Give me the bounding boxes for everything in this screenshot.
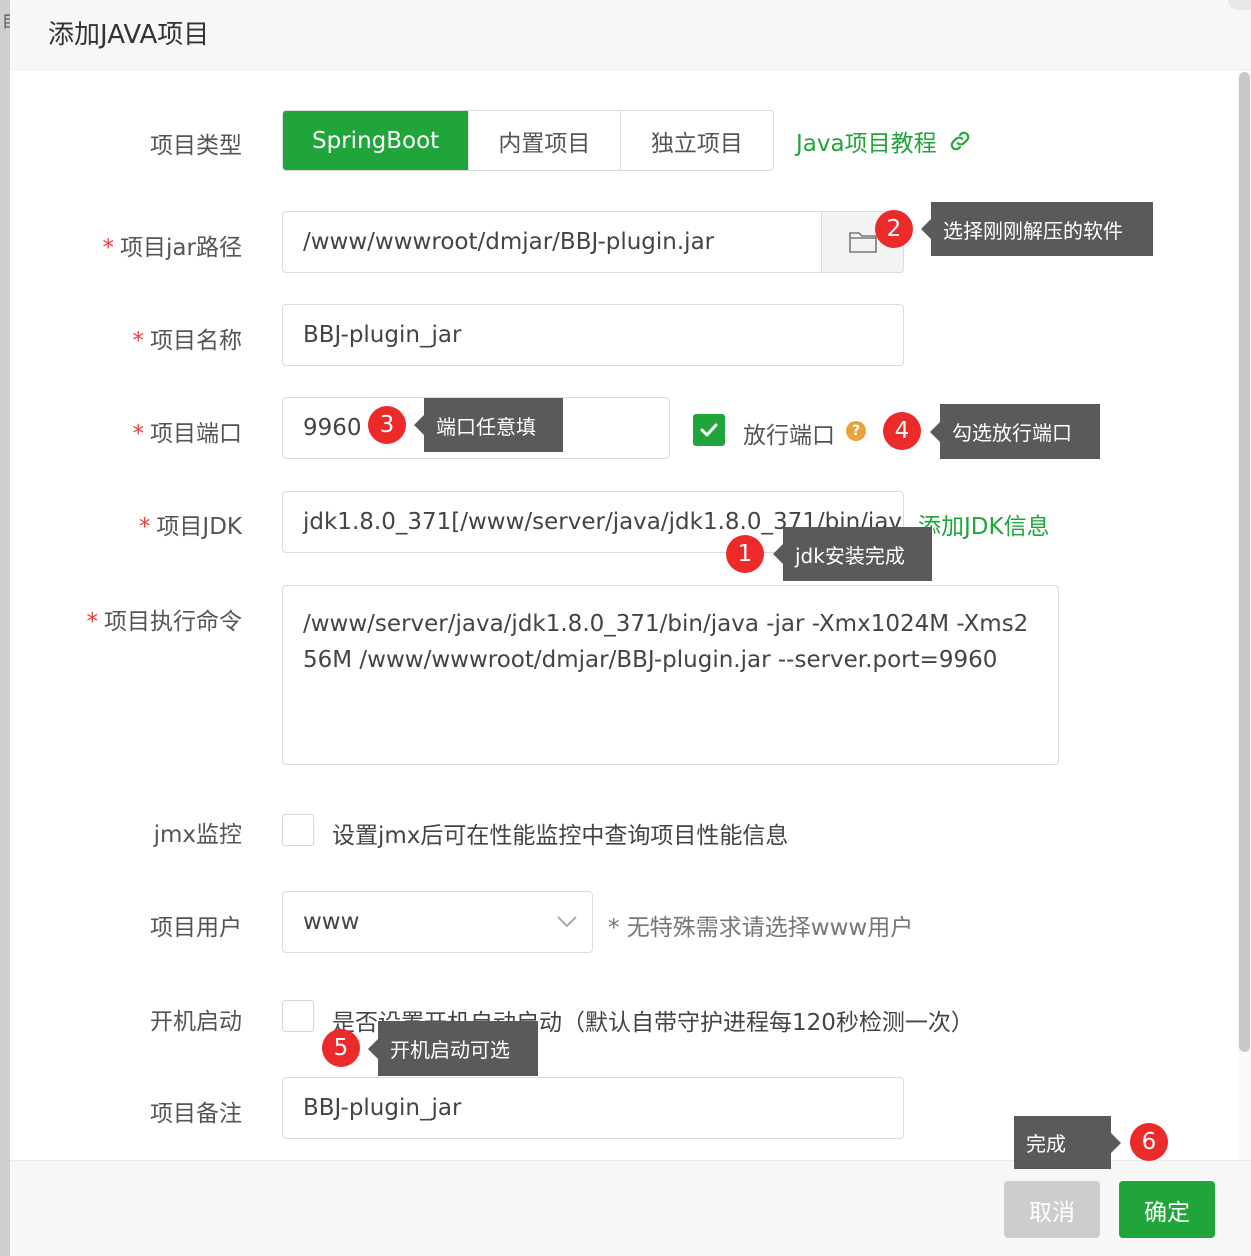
jar-path-label: * 项目jar路径 [102,235,242,261]
project-type-builtin[interactable]: 内置项目 [469,111,621,170]
release-port-checkbox[interactable] [693,414,725,446]
confirm-button[interactable]: 确定 [1119,1181,1215,1238]
annotation-tooltip-4: 勾选放行端口 [930,404,1100,459]
project-type-springboot[interactable]: SpringBoot [283,111,470,170]
project-type-standalone[interactable]: 独立项目 [621,111,773,170]
help-icon[interactable]: ? [846,421,866,441]
project-type-label: 项目类型 [150,133,242,159]
annotation-tooltip-6: 完成 [1014,1116,1121,1169]
exec-command-textarea[interactable]: /www/server/java/jdk1.8.0_371/bin/java -… [282,585,1059,765]
jmx-description: 设置jmx后可在性能监控中查询项目性能信息 [332,823,789,849]
project-port-value: 9960 [303,415,362,441]
chevron-down-icon [556,915,578,929]
remark-label: 项目备注 [150,1101,242,1127]
remark-value: BBJ-plugin_jar [303,1095,462,1121]
check-icon [698,419,720,441]
jar-path-input[interactable]: /www/wwwroot/dmjar/BBJ-plugin.jar [282,211,904,273]
annotation-badge-5: 5 [322,1029,360,1067]
project-user-label: 项目用户 [150,915,242,941]
release-port-label: 放行端口 [743,423,835,449]
annotation-badge-4: 4 [883,412,921,450]
jmx-checkbox[interactable] [282,814,314,846]
scrollbar-thumb[interactable] [1239,72,1250,1052]
link-icon [947,128,973,154]
project-name-input[interactable]: BBJ-plugin_jar [282,304,904,366]
java-tutorial-link[interactable]: Java项目教程 [796,124,973,158]
annotation-badge-6: 6 [1130,1123,1168,1161]
annotation-badge-2: 2 [875,210,913,248]
annotation-tooltip-2: 选择刚刚解压的软件 [921,202,1153,256]
project-user-hint: * 无特殊需求请选择www用户 [608,915,914,941]
annotation-badge-1: 1 [726,535,764,573]
project-user-value: www [303,909,360,935]
annotation-tooltip-1: jdk安装完成 [773,527,932,581]
java-tutorial-link-text: Java项目教程 [796,131,937,157]
remark-input[interactable]: BBJ-plugin_jar [282,1077,904,1139]
annotation-tooltip-5: 开机启动可选 [368,1021,538,1076]
jar-path-value: /www/wwwroot/dmjar/BBJ-plugin.jar [303,229,715,255]
project-type-segmented: SpringBoot 内置项目 独立项目 [282,110,774,171]
autostart-checkbox[interactable] [282,1000,314,1032]
project-user-select[interactable]: www [282,891,593,953]
exec-command-label: * 项目执行命令 [86,609,243,635]
project-jdk-label: * 项目JDK [138,514,242,540]
add-jdk-link[interactable]: 添加JDK信息 [918,507,1050,541]
project-name-value: BBJ-plugin_jar [303,322,462,348]
cancel-button[interactable]: 取消 [1004,1181,1100,1238]
annotation-badge-3: 3 [368,406,406,444]
annotation-tooltip-3: 端口任意填 [414,398,563,452]
dialog-title: 添加JAVA项目 [48,20,210,50]
project-name-label: * 项目名称 [132,328,243,354]
jmx-label: jmx监控 [153,822,242,848]
folder-icon [848,229,878,255]
project-port-label: * 项目端口 [132,421,243,447]
autostart-label: 开机启动 [150,1009,242,1035]
